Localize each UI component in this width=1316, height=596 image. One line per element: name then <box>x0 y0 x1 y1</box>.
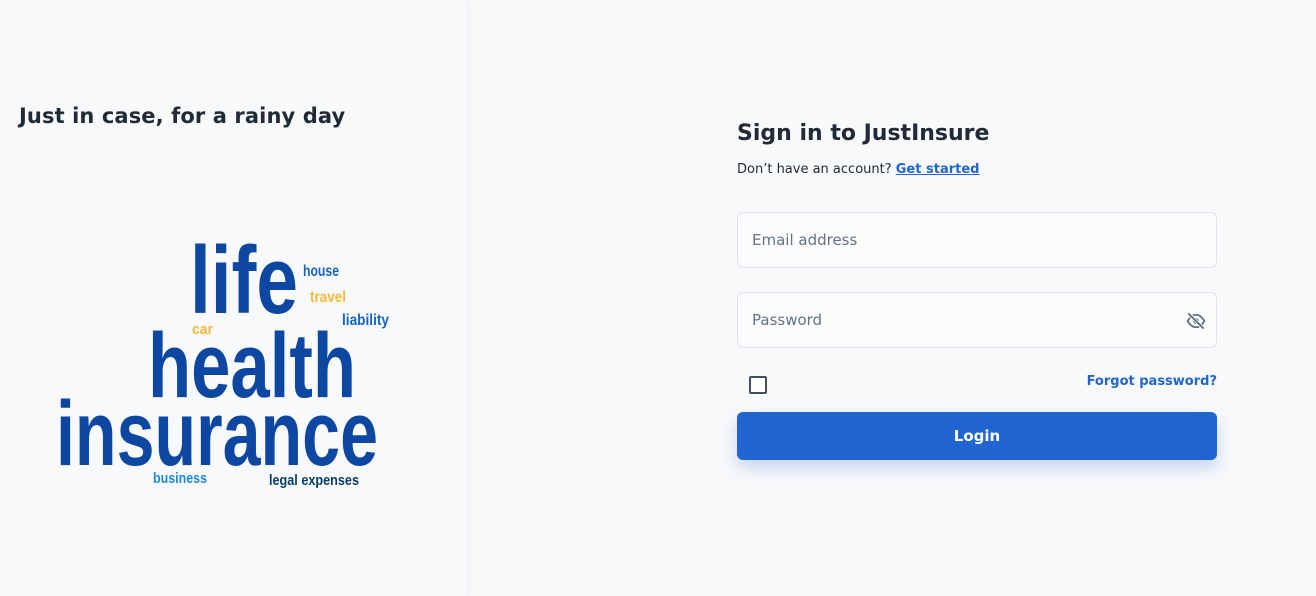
word-cloud-word: business <box>153 470 207 487</box>
word-cloud-word: car <box>192 321 213 338</box>
signup-prompt: Don’t have an account? Get started <box>737 160 1217 180</box>
eye-off-icon[interactable] <box>1186 311 1206 331</box>
login-page: Just in case, for a rainy day life healt… <box>0 0 1316 596</box>
login-options-row: Forgot password? <box>737 372 1217 400</box>
email-input[interactable] <box>738 213 1216 267</box>
remember-me-checkbox[interactable] <box>749 376 767 394</box>
password-field-container <box>737 292 1217 348</box>
word-cloud-word: house <box>303 263 339 280</box>
get-started-link[interactable]: Get started <box>896 162 980 177</box>
insurance-word-cloud-image: life health insurance house travel liabi… <box>50 225 410 505</box>
word-cloud-graphic: life health insurance house travel liabi… <box>56 227 389 489</box>
password-input[interactable] <box>738 293 1216 347</box>
forgot-password-link[interactable]: Forgot password? <box>1087 374 1217 389</box>
hero-tagline: Just in case, for a rainy day <box>19 104 346 128</box>
word-cloud-word: travel <box>310 289 346 306</box>
login-button[interactable]: Login <box>737 412 1217 460</box>
word-cloud-word: insurance <box>56 383 378 485</box>
login-form: Sign in to JustInsure Don’t have an acco… <box>737 118 1217 460</box>
word-cloud-word: legal expenses <box>269 472 359 489</box>
email-field-container <box>737 212 1217 268</box>
login-panel: Sign in to JustInsure Don’t have an acco… <box>468 0 1316 596</box>
hero-panel: Just in case, for a rainy day life healt… <box>0 0 468 596</box>
login-title: Sign in to JustInsure <box>737 121 990 146</box>
word-cloud-word: liability <box>342 312 389 329</box>
signup-prompt-text: Don’t have an account? <box>737 162 892 177</box>
